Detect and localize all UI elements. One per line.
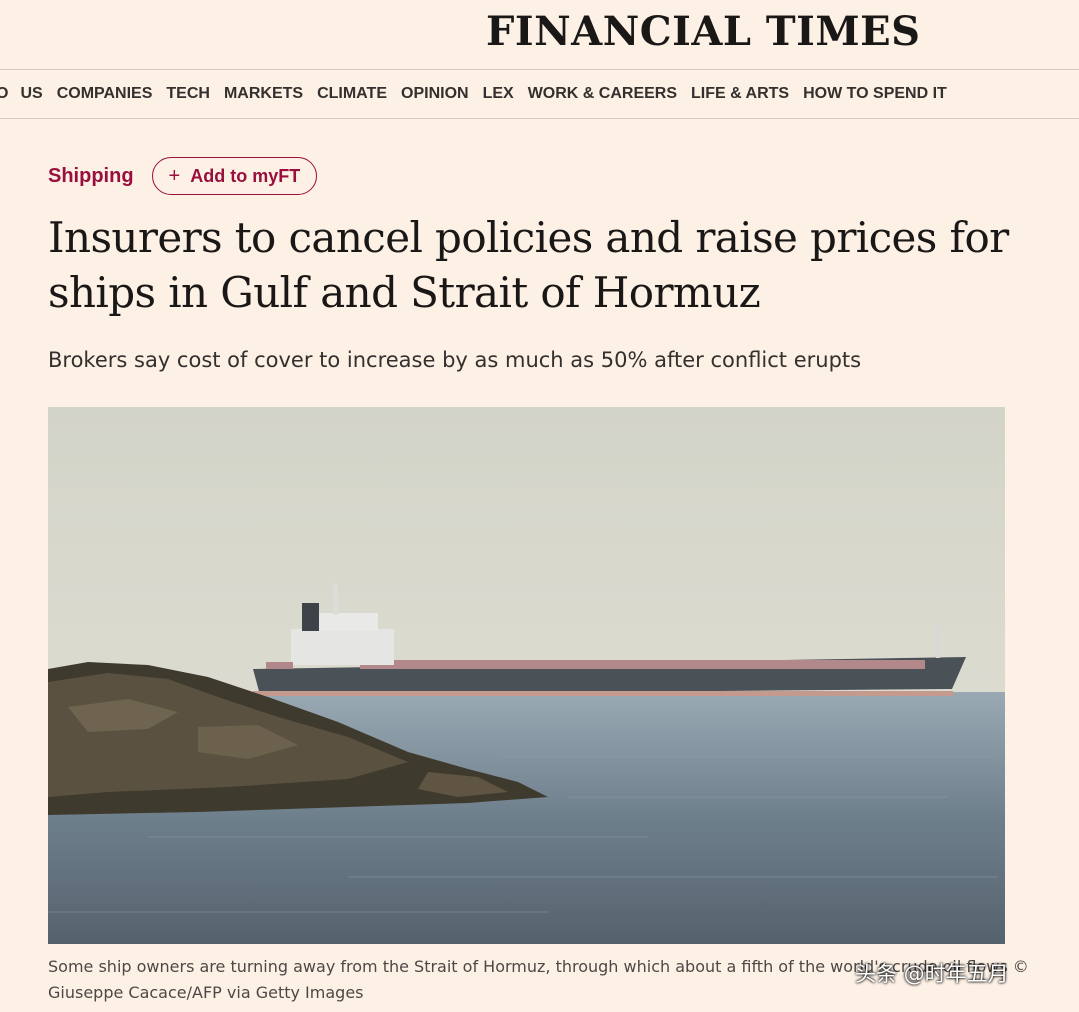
topic-row: Shipping + Add to myFT bbox=[48, 156, 318, 196]
add-to-myft-label: Add to myFT bbox=[190, 165, 301, 186]
nav-item-us[interactable]: US bbox=[20, 85, 42, 103]
topic-link[interactable]: Shipping bbox=[48, 165, 134, 188]
ft-logo[interactable]: FINANCIAL TIMES bbox=[486, 8, 921, 55]
masthead: FINANCIAL TIMES bbox=[0, 0, 1079, 68]
nav-item-opinion[interactable]: OPINION bbox=[401, 85, 469, 103]
nav-item-lex[interactable]: LEX bbox=[483, 85, 514, 103]
watermark: 头条 @时年五月 bbox=[855, 962, 1009, 986]
nav-item-life-arts[interactable]: LIFE & ARTS bbox=[691, 85, 789, 103]
nav-item-truncated[interactable]: O bbox=[0, 85, 8, 103]
nav-item-work-careers[interactable]: WORK & CAREERS bbox=[528, 85, 677, 103]
article-standfirst: Brokers say cost of cover to increase by… bbox=[48, 348, 862, 372]
nav-item-companies[interactable]: COMPANIES bbox=[57, 85, 153, 103]
nav-item-how-to-spend-it[interactable]: HOW TO SPEND IT bbox=[803, 85, 947, 103]
article-photo bbox=[48, 407, 1005, 944]
section-nav: O US COMPANIES TECH MARKETS CLIMATE OPIN… bbox=[0, 69, 1079, 119]
add-to-myft-button[interactable]: + Add to myFT bbox=[151, 157, 318, 195]
nav-item-markets[interactable]: MARKETS bbox=[224, 85, 303, 103]
nav-item-tech[interactable]: TECH bbox=[166, 85, 210, 103]
article-headline: Insurers to cancel policies and raise pr… bbox=[48, 213, 1009, 317]
plus-icon: + bbox=[168, 164, 181, 187]
nav-item-climate[interactable]: CLIMATE bbox=[317, 85, 387, 103]
